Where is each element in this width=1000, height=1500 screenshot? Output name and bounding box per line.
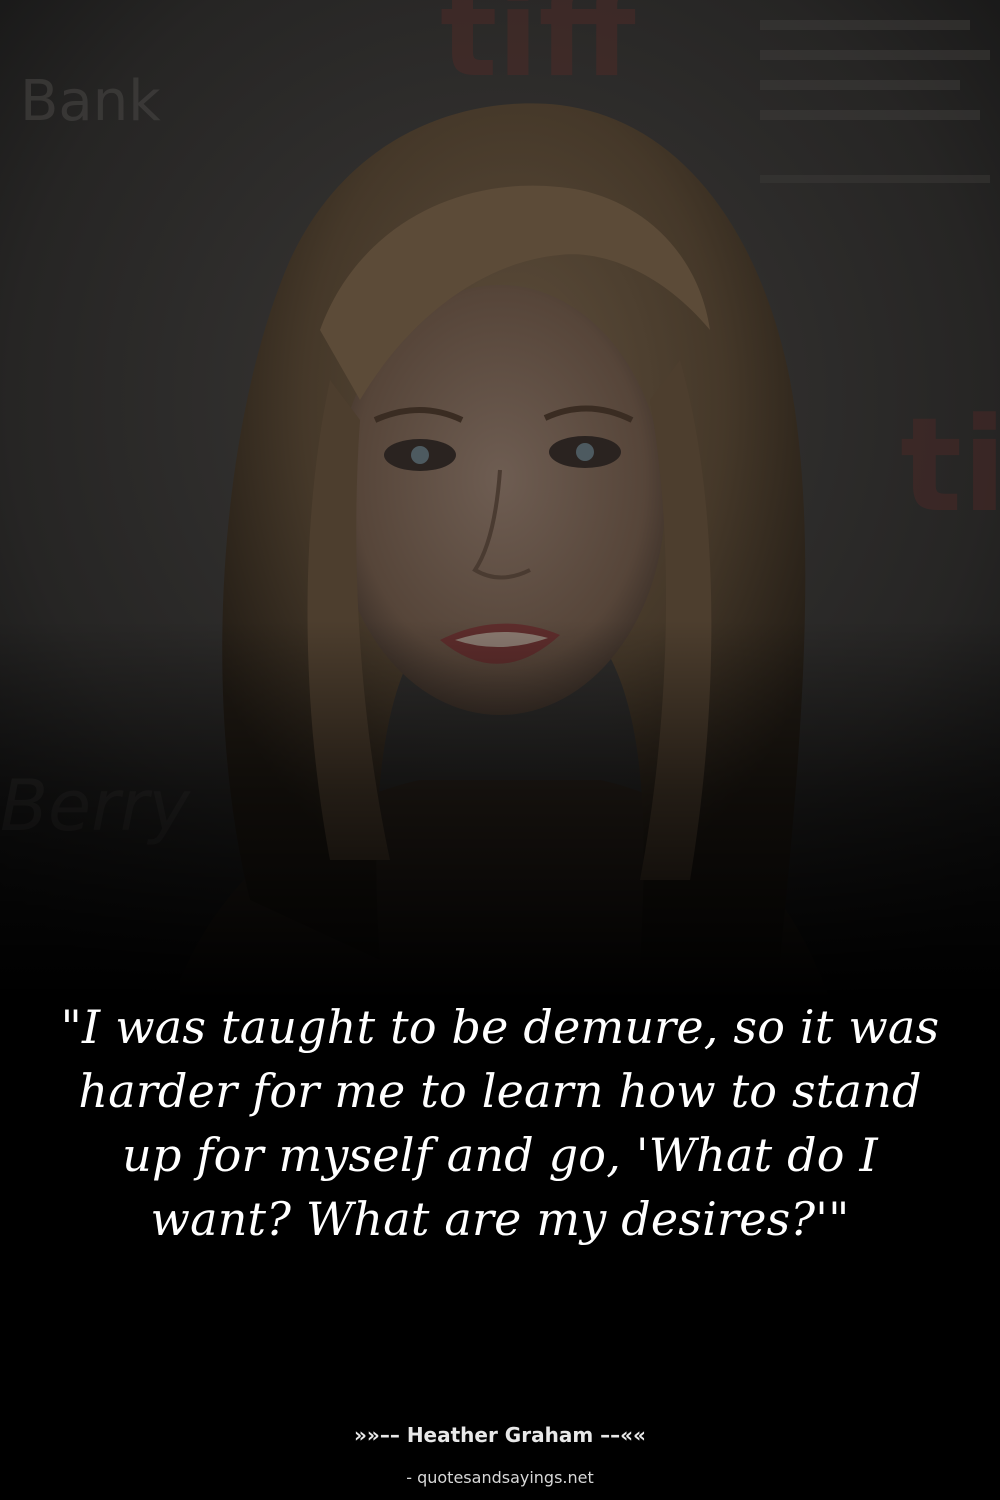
quote-block: "I was taught to be demure, so it was ha… [60,995,940,1251]
author-attribution: »»–– Heather Graham ––«« [354,1423,646,1447]
quote-text: "I was taught to be demure, so it was ha… [60,1000,940,1246]
photo-fade-overlay [0,620,1000,1000]
quote-card: Bank tiff ti Berry [0,0,1000,1500]
source-credit: - quotesandsayings.net [406,1468,594,1487]
svg-text:ti: ti [900,389,1000,541]
svg-text:Bank: Bank [20,69,161,134]
svg-text:tiff: tiff [440,0,637,104]
